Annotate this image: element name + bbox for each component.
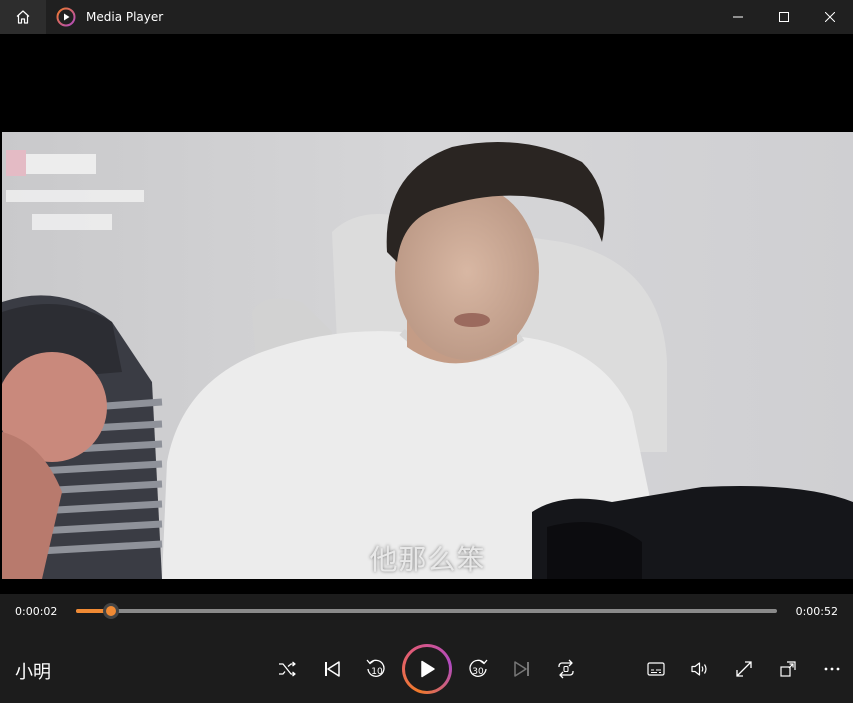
seek-bar-row: 0:00:02 0:00:52	[0, 594, 853, 630]
subtitles-icon	[647, 662, 665, 676]
mini-player-button[interactable]	[772, 653, 804, 685]
skip-forward-seconds: 30	[472, 667, 484, 677]
media-player-window: Media Player 他那么笨 0:00:02 0:00:52 小明 10 …	[0, 0, 853, 703]
previous-icon	[325, 661, 340, 677]
close-icon	[825, 12, 835, 22]
minimize-icon	[733, 16, 743, 18]
seek-thumb[interactable]	[103, 603, 120, 619]
transport-controls: 小明 10 30	[0, 630, 853, 703]
media-player-icon	[56, 7, 76, 27]
seek-slider[interactable]	[76, 603, 777, 619]
play-button[interactable]	[402, 644, 452, 694]
maximize-button[interactable]	[761, 0, 807, 34]
skip-back-seconds: 10	[371, 667, 383, 677]
more-icon	[824, 667, 840, 671]
track-title: 小明	[15, 662, 51, 683]
fullscreen-button[interactable]	[728, 653, 760, 685]
app-title: Media Player	[86, 10, 164, 24]
video-subtitle: 他那么笨	[369, 543, 486, 576]
close-button[interactable]	[807, 0, 853, 34]
home-icon	[16, 10, 30, 24]
home-button[interactable]	[0, 0, 46, 34]
repeat-button[interactable]	[550, 653, 582, 685]
shuffle-button[interactable]	[271, 653, 303, 685]
title-bar: Media Player	[0, 0, 853, 34]
subtitles-button[interactable]	[640, 653, 672, 685]
volume-icon	[691, 662, 707, 676]
volume-button[interactable]	[684, 653, 716, 685]
repeat-icon	[558, 659, 574, 679]
elapsed-time: 0:00:02	[15, 605, 58, 618]
more-options-button[interactable]	[816, 653, 848, 685]
fullscreen-icon	[736, 661, 752, 677]
next-button[interactable]	[506, 653, 538, 685]
video-image	[2, 132, 853, 579]
window-controls	[715, 0, 853, 34]
skip-back-10-button[interactable]: 10	[360, 653, 392, 685]
skip-forward-30-button[interactable]: 30	[462, 653, 494, 685]
mini-player-icon	[780, 661, 796, 677]
play-icon	[421, 660, 435, 678]
previous-button[interactable]	[316, 653, 348, 685]
maximize-icon	[779, 12, 789, 22]
skip-forward-30-icon: 30	[469, 659, 488, 677]
shuffle-icon	[279, 661, 296, 677]
video-area[interactable]: 他那么笨	[0, 34, 853, 594]
total-time: 0:00:52	[795, 605, 838, 618]
skip-back-10-icon: 10	[366, 659, 385, 677]
next-icon	[514, 661, 529, 677]
minimize-button[interactable]	[715, 0, 761, 34]
video-frame: 他那么笨	[2, 132, 853, 579]
